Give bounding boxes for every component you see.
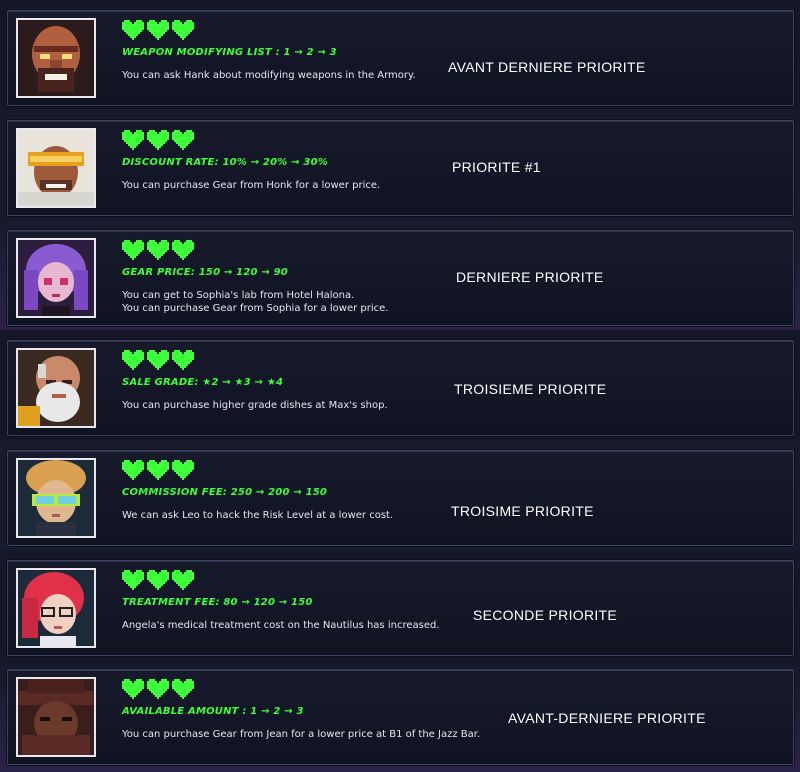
heart-icon: [122, 20, 144, 40]
priority-note: AVANT DERNIERE PRIORITE: [448, 59, 646, 75]
priority-note: TROISIEME PRIORITE: [454, 381, 607, 397]
goggles-hacker-portrait-icon: [16, 458, 96, 538]
description-line: You can purchase Gear from Sophia for a …: [122, 303, 389, 314]
heart-icon: [147, 350, 169, 370]
perk-description: We can ask Leo to hack the Risk Level at…: [122, 509, 393, 522]
perk-stat: TREATMENT FEE: 80 → 120 → 150: [122, 597, 313, 608]
contact-card[interactable]: WEAPON MODIFYING LIST : 1 → 2 → 3 You ca…: [7, 10, 794, 106]
heart-icon: [172, 679, 194, 699]
heart-icon: [122, 350, 144, 370]
perk-stat: WEAPON MODIFYING LIST : 1 → 2 → 3: [122, 47, 337, 58]
perk-description: You can purchase Gear from Honk for a lo…: [122, 179, 380, 192]
contact-card[interactable]: AVAILABLE AMOUNT : 1 → 2 → 3 You can pur…: [7, 669, 794, 765]
heart-icon: [122, 460, 144, 480]
description-line: You can get to Sophia's lab from Hotel H…: [122, 290, 355, 301]
hooded-man-portrait-icon: [16, 677, 96, 757]
bald-bearded-man-portrait-icon: [16, 18, 96, 98]
visor-man-portrait-icon: [16, 128, 96, 208]
perk-stat: AVAILABLE AMOUNT : 1 → 2 → 3: [122, 706, 304, 717]
perk-stat: DISCOUNT RATE: 10% → 20% → 30%: [122, 157, 328, 168]
heart-icon: [122, 679, 144, 699]
contact-card[interactable]: GEAR PRICE: 150 → 120 → 90 You can get t…: [7, 230, 794, 326]
perk-description: Angela's medical treatment cost on the N…: [122, 619, 440, 632]
perk-description: You can purchase higher grade dishes at …: [122, 399, 388, 412]
priority-note: PRIORITE #1: [452, 159, 541, 175]
contact-card[interactable]: COMMISSION FEE: 250 → 200 → 150 We can a…: [7, 450, 794, 546]
heart-icon: [172, 130, 194, 150]
priority-note: AVANT-DERNIERE PRIORITE: [508, 710, 706, 726]
perk-stat: COMMISSION FEE: 250 → 200 → 150: [122, 487, 328, 498]
heart-icon: [122, 130, 144, 150]
affinity-hearts: [122, 20, 194, 40]
affinity-hearts: [122, 679, 194, 699]
perk-stat: SALE GRADE: ★2 → ★3 → ★4: [122, 377, 284, 388]
red-haired-doctor-portrait-icon: [16, 568, 96, 648]
perk-description: You can get to Sophia's lab from Hotel H…: [122, 289, 388, 315]
purple-haired-girl-portrait-icon: [16, 238, 96, 318]
priority-note: TROISIME PRIORITE: [451, 503, 594, 519]
heart-icon: [172, 570, 194, 590]
heart-icon: [172, 240, 194, 260]
contact-card[interactable]: DISCOUNT RATE: 10% → 20% → 30% You can p…: [7, 120, 794, 216]
description-line: You can ask Hank about modifying weapons…: [122, 70, 416, 81]
contact-card[interactable]: TREATMENT FEE: 80 → 120 → 150 Angela's m…: [7, 560, 794, 656]
heart-icon: [122, 240, 144, 260]
description-line: You can purchase Gear from Jean for a lo…: [122, 729, 481, 740]
heart-icon: [147, 679, 169, 699]
affinity-hearts: [122, 130, 194, 150]
heart-icon: [147, 20, 169, 40]
contact-card[interactable]: SALE GRADE: ★2 → ★3 → ★4 You can purchas…: [7, 340, 794, 436]
description-line: We can ask Leo to hack the Risk Level at…: [122, 510, 394, 521]
heart-icon: [147, 240, 169, 260]
affinity-hearts: [122, 460, 194, 480]
affinity-hearts: [122, 240, 194, 260]
description-line: You can purchase Gear from Honk for a lo…: [122, 180, 381, 191]
heart-icon: [172, 460, 194, 480]
heart-icon: [172, 350, 194, 370]
old-bearded-man-portrait-icon: [16, 348, 96, 428]
heart-icon: [147, 460, 169, 480]
perk-description: You can purchase Gear from Jean for a lo…: [122, 728, 480, 741]
description-line: You can purchase higher grade dishes at …: [122, 400, 388, 411]
perk-description: You can ask Hank about modifying weapons…: [122, 69, 416, 82]
heart-icon: [147, 130, 169, 150]
perk-stat: GEAR PRICE: 150 → 120 → 90: [122, 267, 288, 278]
description-line: Angela's medical treatment cost on the N…: [122, 620, 440, 631]
affinity-hearts: [122, 570, 194, 590]
affinity-hearts: [122, 350, 194, 370]
heart-icon: [122, 570, 144, 590]
priority-note: DERNIERE PRIORITE: [456, 269, 604, 285]
heart-icon: [172, 20, 194, 40]
priority-note: SECONDE PRIORITE: [473, 607, 618, 623]
heart-icon: [147, 570, 169, 590]
